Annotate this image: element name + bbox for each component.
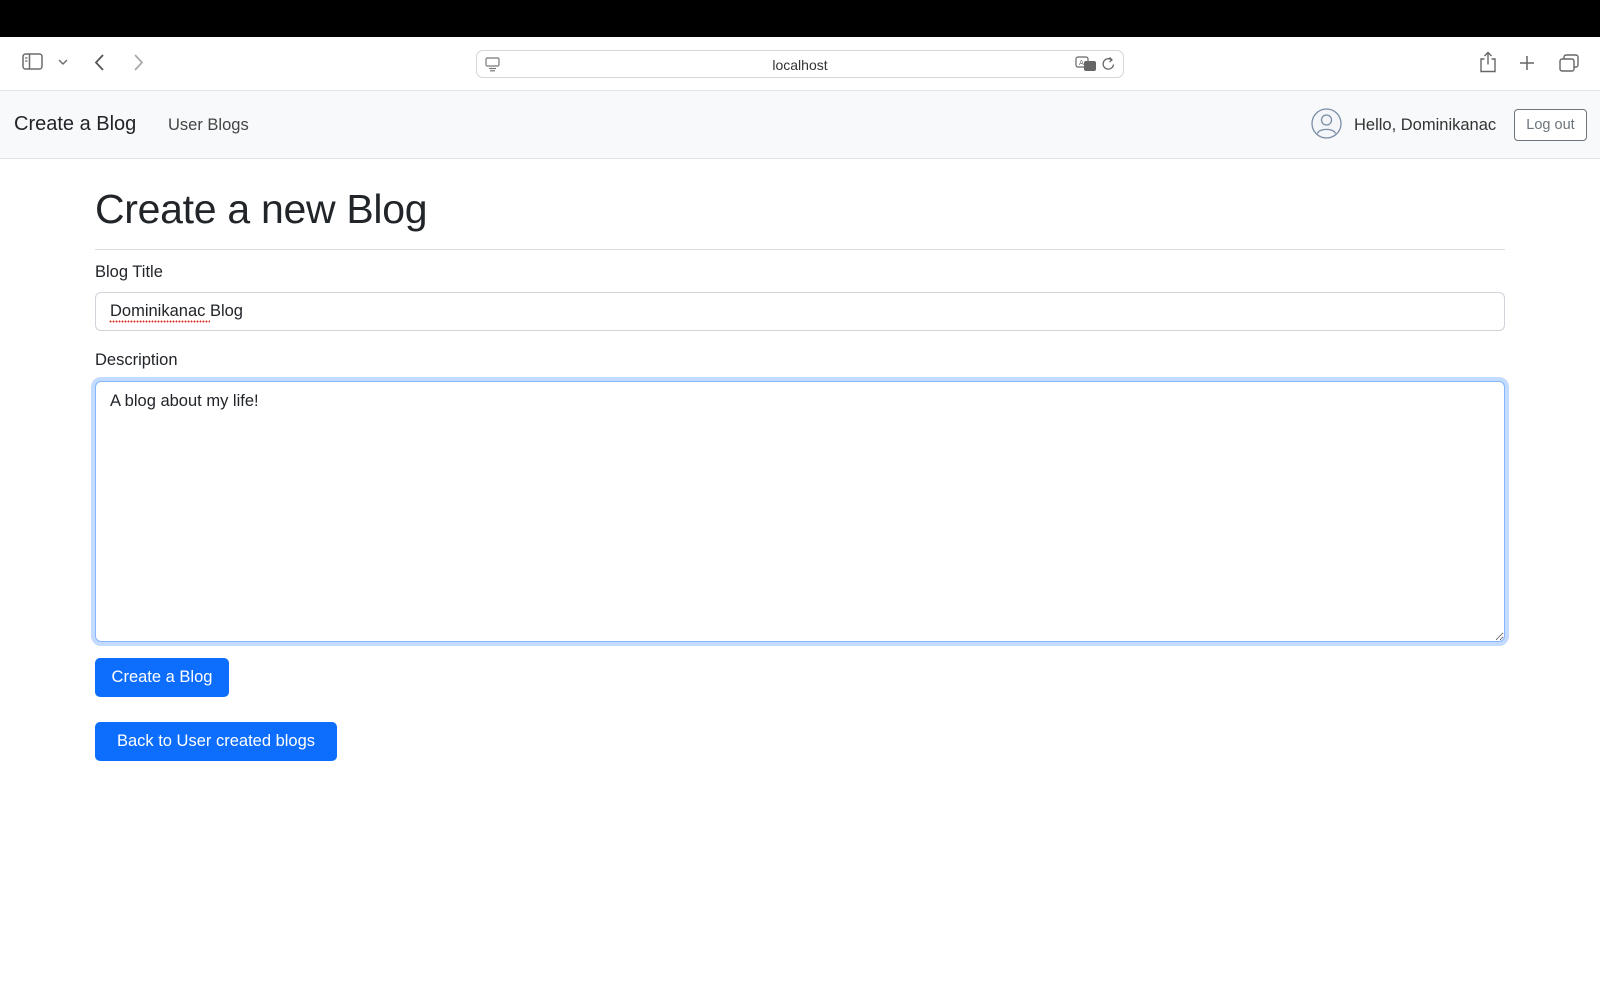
spellcheck-underline	[109, 320, 210, 323]
page-title: Create a new Blog	[95, 186, 428, 232]
nav-link-user-blogs[interactable]: User Blogs	[168, 116, 249, 135]
chevron-down-icon[interactable]	[58, 59, 68, 66]
user-avatar-icon	[1311, 108, 1342, 139]
forward-arrow-icon[interactable]	[133, 54, 144, 71]
back-arrow-icon[interactable]	[94, 54, 105, 71]
svg-text:A: A	[1079, 59, 1084, 67]
address-bar[interactable]: localhost A	[476, 50, 1124, 78]
url-text: localhost	[772, 57, 828, 73]
blog-title-input[interactable]	[95, 292, 1505, 331]
screen-top-bar	[0, 0, 1600, 37]
sidebar-icon[interactable]	[22, 53, 43, 70]
browser-toolbar: localhost A	[0, 37, 1600, 91]
heading-divider	[95, 249, 1505, 250]
logout-button[interactable]: Log out	[1514, 109, 1587, 141]
plus-icon[interactable]	[1519, 55, 1535, 71]
create-blog-button[interactable]: Create a Blog	[95, 658, 229, 697]
app-navbar: Create a Blog User Blogs Hello, Dominika…	[0, 91, 1600, 159]
translate-icon[interactable]: A	[1075, 56, 1097, 77]
navbar-brand[interactable]: Create a Blog	[14, 113, 136, 136]
blog-title-label: Blog Title	[95, 263, 163, 281]
user-greeting: Hello, Dominikanac	[1354, 116, 1497, 134]
tabs-icon[interactable]	[1559, 54, 1579, 72]
description-label: Description	[95, 351, 178, 369]
reload-icon[interactable]	[1101, 56, 1116, 77]
back-to-user-blogs-button[interactable]: Back to User created blogs	[95, 722, 337, 761]
share-icon[interactable]	[1479, 51, 1497, 73]
description-textarea[interactable]: A blog about my life!	[95, 381, 1505, 642]
